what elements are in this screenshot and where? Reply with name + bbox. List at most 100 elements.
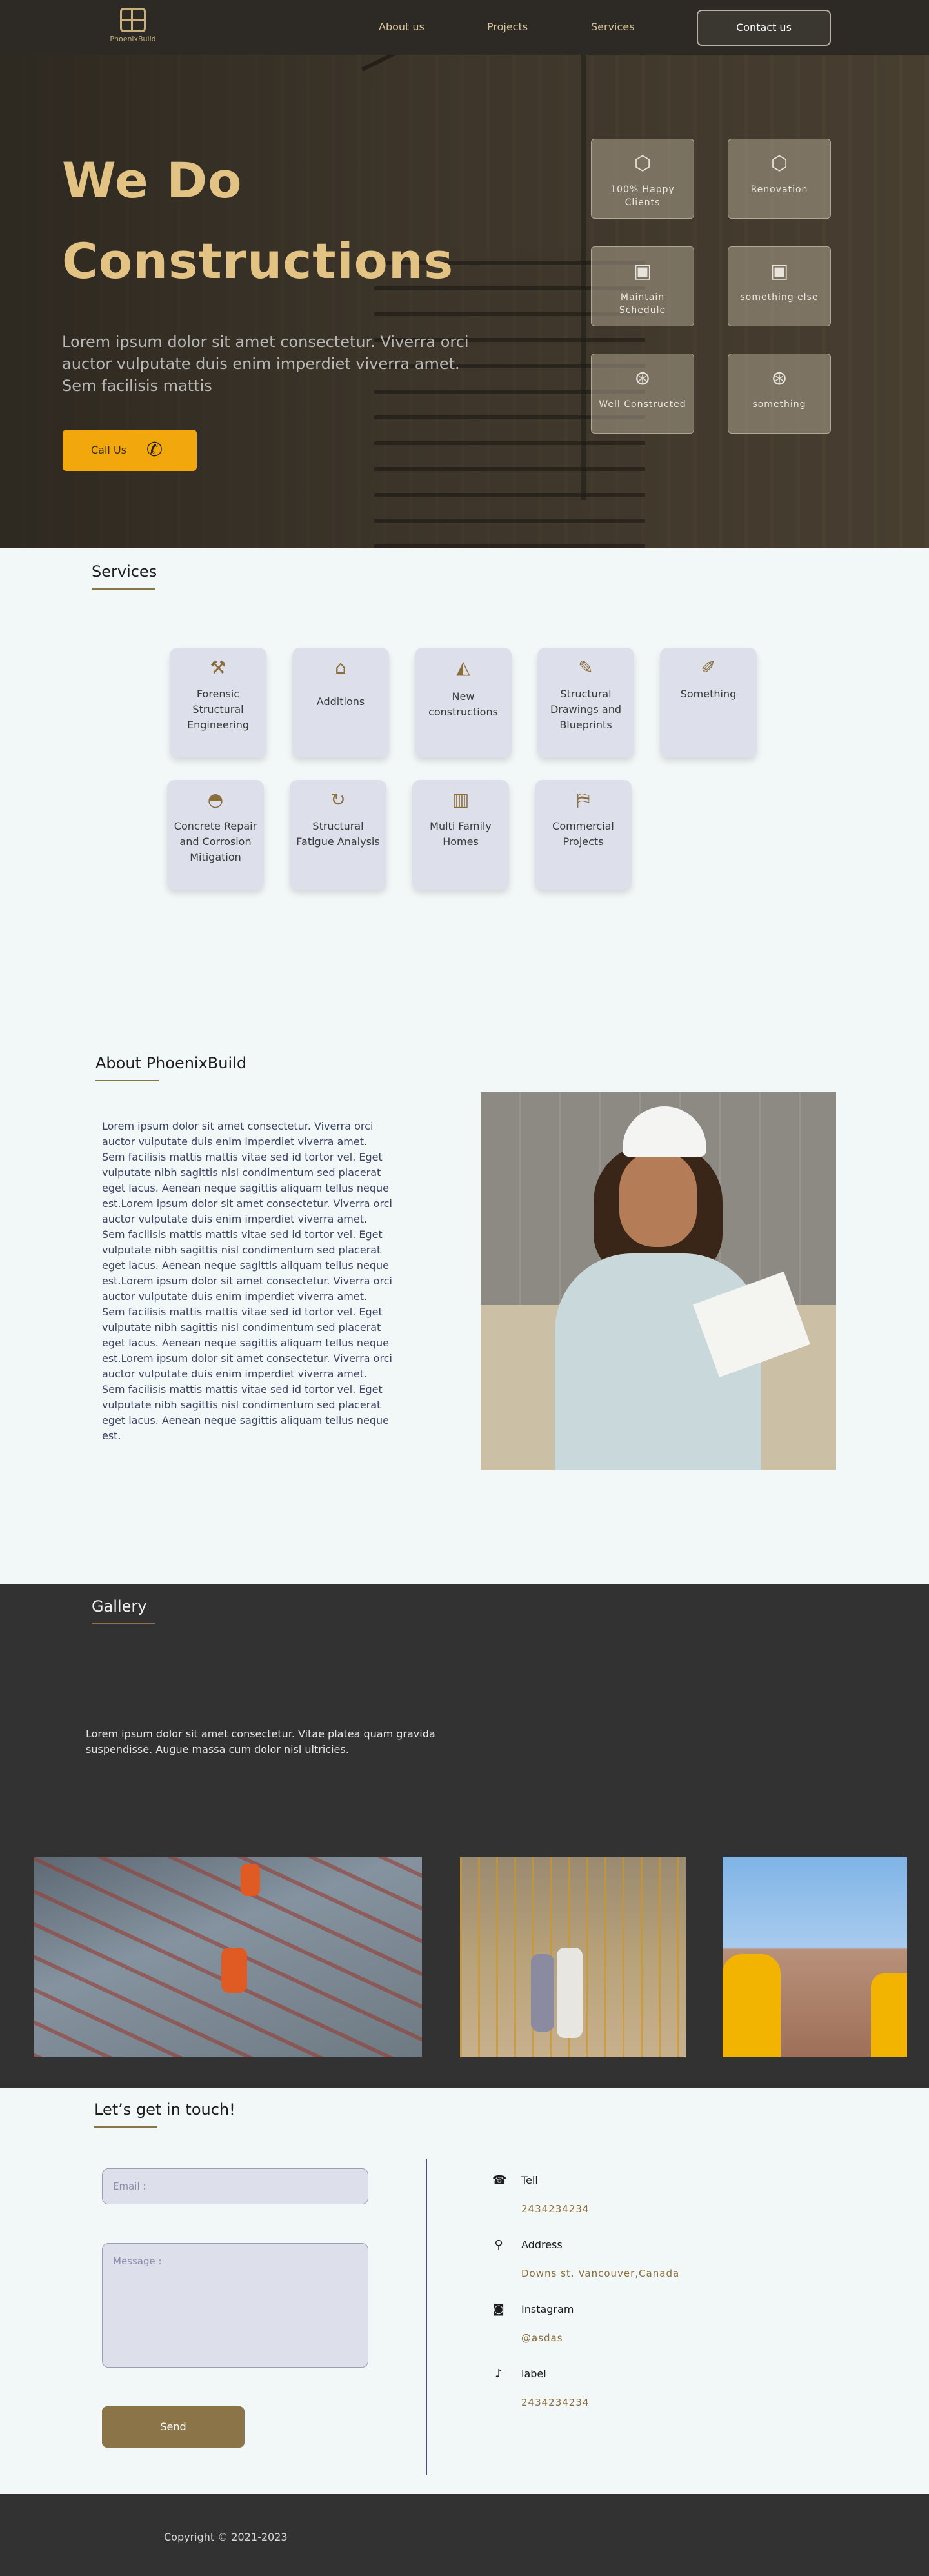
message-placeholder: Message : [113, 2255, 162, 2267]
map-dollar-icon: ⛿ [576, 789, 590, 810]
heading-underline [92, 588, 155, 590]
send-button[interactable]: Send [102, 2406, 245, 2448]
tiktok-icon[interactable]: ♪ [492, 2368, 505, 2381]
footer: Copyright © 2021-2023 [0, 2494, 929, 2576]
service-card-drawings[interactable]: ✎ Structural Drawings and Blueprints [537, 648, 634, 757]
gallery-heading: Gallery [92, 1597, 155, 1624]
heading-underline [92, 1623, 155, 1624]
message-field[interactable]: Message : [102, 2243, 368, 2368]
nav-link-about[interactable]: About us [379, 21, 425, 33]
top-nav: PhoenixBuild About us Projects Services … [0, 0, 929, 55]
about-body: Lorem ipsum dolor sit amet consectetur. … [102, 1120, 392, 1442]
hardhat-icon: ◓ [207, 789, 224, 810]
stat-label: Maintain Schedule [619, 292, 666, 315]
service-card-something[interactable]: ✐ Something [660, 648, 757, 757]
building-icon: ▣ [633, 260, 652, 283]
hero-section: We Do Constructions Lorem ipsum dolor si… [0, 55, 929, 548]
contact-tell-label: Tell [521, 2174, 538, 2186]
construction-icon: ◭ [456, 657, 470, 678]
phone-icon: ☎ [492, 2173, 507, 2187]
service-label: Additions [316, 695, 365, 708]
crane-icon: ⚒ [210, 657, 226, 678]
service-label: New constructions [428, 690, 498, 718]
gallery-image-1[interactable] [34, 1857, 422, 2057]
house-plus-icon: ⌂ [335, 657, 346, 678]
compass-icon: ⊛ [771, 367, 788, 390]
stat-card-renovation: ⬡ Renovation [728, 139, 831, 219]
worker-figure [221, 1948, 247, 1993]
photo-face [619, 1150, 697, 1247]
service-label: Commercial Projects [552, 820, 614, 848]
stat-card-well-constructed: ⊛ Well Constructed [591, 354, 694, 434]
contact-us-button[interactable]: Contact us [697, 10, 831, 46]
gallery-text: Lorem ipsum dolor sit amet consectetur. … [86, 1728, 435, 1755]
copyright-text: Copyright © 2021-2023 [164, 2531, 288, 2543]
worker-figure [557, 1948, 583, 2038]
stat-label: Well Constructed [599, 399, 686, 410]
stat-label: Renovation [750, 185, 808, 195]
hero-title-line1: We Do [62, 152, 243, 209]
about-heading-text: About PhoenixBuild [95, 1054, 247, 1072]
service-card-fatigue-analysis[interactable]: ↻ Structural Fatigue Analysis [290, 780, 386, 890]
location-pin-icon: ⚲ [494, 2238, 503, 2252]
blueprint-icon: ✎ [578, 657, 594, 678]
service-card-forensic[interactable]: ⚒ Forensic Structural Engineering [170, 648, 266, 757]
contact-label-label: label [521, 2368, 546, 2380]
apartments-icon: ▥ [452, 789, 470, 810]
hero-crane-image [361, 55, 607, 72]
hero-subtitle: Lorem ipsum dolor sit amet consectetur. … [62, 333, 469, 395]
gallery-heading-text: Gallery [92, 1597, 147, 1615]
service-label: Concrete Repair and Corrosion Mitigation [174, 820, 257, 863]
hero-crane-mast [581, 55, 586, 500]
stat-card-maintain-schedule: ▣ Maintain Schedule [591, 246, 694, 326]
worker-figure [723, 1954, 781, 2057]
service-label: Structural Drawings and Blueprints [550, 688, 622, 731]
stat-label: something else [740, 292, 819, 303]
email-field[interactable]: Email : [102, 2168, 368, 2204]
compass-icon: ⊛ [634, 367, 651, 390]
cube-icon: ⬡ [770, 152, 788, 175]
service-card-concrete-repair[interactable]: ◓ Concrete Repair and Corrosion Mitigati… [167, 780, 264, 890]
about-heading: About PhoenixBuild [95, 1054, 246, 1081]
edit-image-icon: ✐ [701, 657, 716, 678]
stat-card-something-else: ▣ something else [728, 246, 831, 326]
service-card-additions[interactable]: ⌂ Additions [292, 648, 389, 757]
contact-address-value[interactable]: Downs st. Vancouver,Canada [521, 2268, 679, 2279]
services-heading-text: Services [92, 563, 157, 581]
contact-divider [426, 2159, 427, 2475]
contact-instagram-value[interactable]: @asdas [521, 2332, 563, 2344]
worker-figure [241, 1864, 260, 1896]
email-placeholder: Email : [113, 2181, 146, 2192]
nav-link-services[interactable]: Services [591, 21, 634, 33]
service-card-multi-family[interactable]: ▥ Multi Family Homes [412, 780, 509, 890]
services-heading: Services [92, 563, 157, 590]
stat-label: something [752, 399, 806, 410]
heading-underline [95, 1080, 159, 1081]
service-card-new-constructions[interactable]: ◭ New constructions [415, 648, 512, 757]
nav-link-projects[interactable]: Projects [487, 21, 528, 33]
service-label: Forensic Structural Engineering [187, 688, 249, 731]
stat-card-something: ⊛ something [728, 354, 831, 434]
phone-icon: ✆ [146, 439, 163, 461]
service-card-commercial[interactable]: ⛿ Commercial Projects [535, 780, 632, 890]
building-icon: ▣ [770, 260, 789, 283]
gallery-image-3[interactable] [723, 1857, 907, 2057]
service-label: Multi Family Homes [430, 820, 492, 848]
contact-heading: Let’s get in touch! [94, 2101, 235, 2128]
worker-figure [871, 1973, 907, 2057]
logo-mark-icon [120, 8, 146, 32]
contact-tell-value[interactable]: 2434234234 [521, 2203, 589, 2215]
instagram-icon[interactable]: ◙ [492, 2303, 505, 2316]
cycle-icon: ↻ [330, 789, 346, 810]
hero-title-line2: Constructions [62, 232, 454, 290]
stat-card-happy-clients: ⬡ 100% Happy Clients [591, 139, 694, 219]
contact-heading-text: Let’s get in touch! [94, 2101, 235, 2119]
service-label: Something [680, 688, 737, 700]
contact-label-value[interactable]: 2434234234 [521, 2397, 589, 2408]
contact-instagram-label: Instagram [521, 2303, 574, 2315]
logo[interactable]: PhoenixBuild [107, 8, 159, 48]
call-us-button[interactable]: Call Us ✆ [63, 430, 197, 471]
call-us-label: Call Us [91, 444, 126, 456]
worker-figure [531, 1954, 554, 2032]
gallery-image-2[interactable] [460, 1857, 686, 2057]
